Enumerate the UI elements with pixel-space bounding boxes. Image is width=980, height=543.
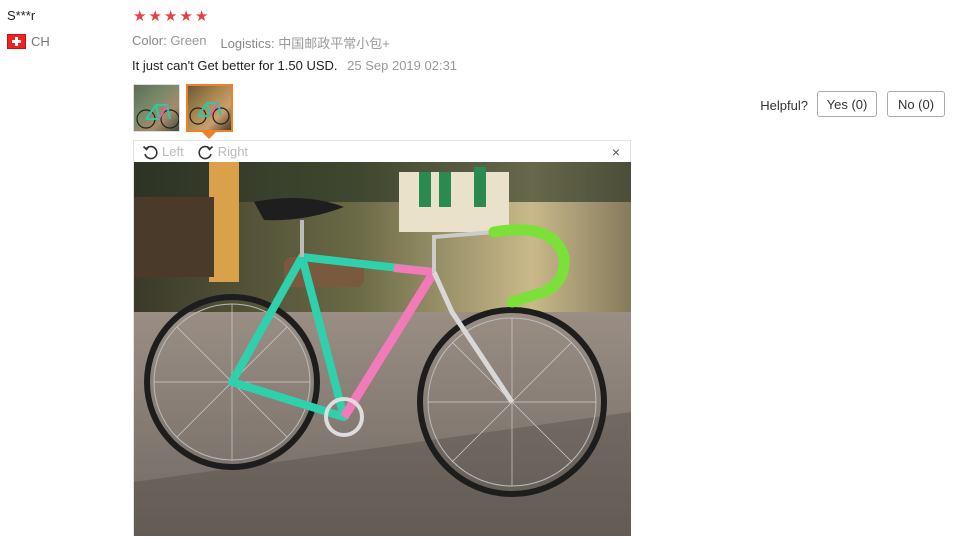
star-icon: ★ xyxy=(133,8,147,25)
swiss-flag-icon xyxy=(7,34,26,49)
logistics-label: Logistics: xyxy=(220,36,275,51)
color-label: Color: xyxy=(132,33,167,48)
close-icon[interactable]: × xyxy=(612,144,620,160)
review-content: It just can't Get better for 1.50 USD. 2… xyxy=(132,58,457,73)
rotate-right-label: Right xyxy=(217,144,249,159)
color-value: Green xyxy=(170,33,207,48)
review-photo-thumbnail-selected[interactable] xyxy=(186,84,233,132)
helpful-label: Helpful? xyxy=(760,98,808,113)
star-icon: ★ xyxy=(163,8,178,25)
logistics-value: 中国邮政平常小包+ xyxy=(278,36,390,51)
viewer-toolbar: Left Right × xyxy=(134,141,630,162)
review-photo-bicycle xyxy=(134,162,631,536)
rotate-right-button[interactable]: Right xyxy=(198,144,248,160)
country-code: CH xyxy=(31,34,50,49)
helpful-no-button[interactable]: No (0) xyxy=(887,91,945,117)
rotate-left-label: Left xyxy=(162,144,184,159)
star-icon: ★ xyxy=(179,8,193,25)
helpful-yes-button[interactable]: Yes (0) xyxy=(817,91,877,117)
reviewer-country: CH xyxy=(7,34,50,49)
selected-thumbnail-indicator xyxy=(202,132,216,139)
star-rating: ★ ★ ★ ★ ★ xyxy=(133,9,208,25)
star-icon: ★ xyxy=(148,8,162,25)
rotate-left-icon xyxy=(142,145,158,159)
color-attribute: Color: Green xyxy=(132,33,206,52)
review-attributes: Color: Green Logistics: 中国邮政平常小包+ xyxy=(132,33,390,52)
bike-thumbnail-graphic xyxy=(136,104,179,129)
rotate-left-button[interactable]: Left xyxy=(142,144,184,160)
bike-thumbnail-graphic xyxy=(189,102,230,125)
review-date: 25 Sep 2019 02:31 xyxy=(347,58,458,73)
review-text: It just can't Get better for 1.50 USD. xyxy=(132,58,338,73)
star-icon: ★ xyxy=(194,8,209,25)
photo-viewer: Left Right × xyxy=(133,140,631,536)
rotate-right-icon xyxy=(198,145,213,159)
reviewer-name: S***r xyxy=(7,8,36,23)
logistics-attribute: Logistics: 中国邮政平常小包+ xyxy=(220,33,389,52)
review-photo-thumbnail[interactable] xyxy=(133,84,180,132)
